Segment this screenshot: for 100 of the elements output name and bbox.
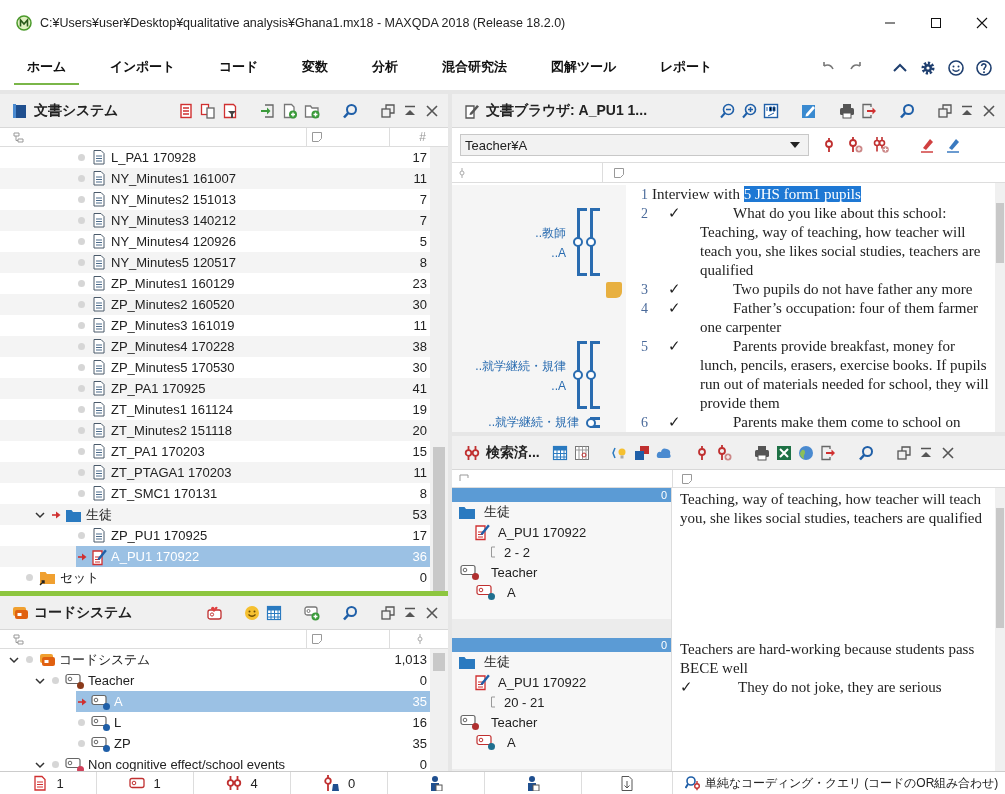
scrollbar[interactable] [430, 649, 448, 771]
new-code-icon[interactable] [304, 604, 320, 621]
ribbon-tab[interactable]: ホーム [14, 51, 79, 85]
person-icon [428, 775, 444, 791]
settings-icon[interactable] [920, 60, 936, 76]
tree-item[interactable]: ZP_Minutes1 160129 23 [76, 273, 430, 294]
segment-text: They do not joke, they are serious [737, 678, 943, 697]
close-icon[interactable] [424, 604, 440, 621]
code-pin-add-icon[interactable] [715, 444, 732, 461]
code-pin-add-icon[interactable] [847, 137, 863, 153]
float-window-icon[interactable] [937, 102, 953, 119]
tree-item[interactable]: ZP 35 [76, 733, 430, 754]
documents-icon[interactable] [200, 102, 216, 119]
window-title: C:¥Users¥user¥Desktop¥qualitative analysis¥Ghana1.mx18 - MAXQDA 2018 (Release 18.2.0) [40, 16, 567, 30]
edit-icon[interactable] [801, 102, 817, 119]
scrollbar-thumb[interactable] [996, 203, 1004, 263]
paragraph-text: What do you like about this school: Teaching, way of teaching, how teacher will teach you, she likes social studies, teachers are qualified [700, 204, 982, 280]
ribbon-tab[interactable]: レポート [647, 51, 725, 85]
tree-item[interactable]: コードシステム 1,013 [24, 649, 430, 670]
zoom-out-icon[interactable] [719, 102, 735, 119]
new-document-icon[interactable] [282, 102, 298, 119]
close-icon[interactable] [939, 444, 956, 461]
table-icon[interactable] [266, 604, 282, 621]
close-icon[interactable] [974, 15, 990, 31]
status-query: 単純なコーディング・クエリ (コードのOR組み合わせ) [705, 774, 999, 792]
codes-pin-add-icon[interactable] [873, 137, 889, 153]
code-pin-icon [414, 633, 426, 645]
smiley-icon[interactable] [244, 604, 260, 621]
tree-item[interactable]: NY_Minutes2 151013 7 [76, 189, 430, 210]
excel-icon[interactable] [775, 444, 792, 461]
ribbon-tab[interactable]: 分析 [359, 51, 411, 85]
float-window-icon[interactable] [380, 604, 396, 621]
panel-title: コードシステム [34, 603, 132, 622]
zoom-in-icon[interactable] [741, 102, 757, 119]
help-icon[interactable] [976, 60, 992, 76]
document-icon [91, 232, 107, 251]
tree-item[interactable]: ZT_Minutes1 161124 19 [76, 399, 430, 420]
highlighter-icon[interactable] [945, 137, 961, 153]
range-bracket-icon [490, 696, 496, 708]
highlighter-icon[interactable] [919, 137, 935, 153]
ribbon-tab[interactable]: インポート [97, 51, 188, 85]
float-window-icon[interactable] [380, 102, 396, 119]
status-count: 1 [97, 772, 194, 794]
close-icon[interactable] [424, 102, 440, 119]
export-icon[interactable] [861, 102, 877, 119]
paragraph-text: Parents make them come to school on [732, 413, 962, 432]
code-favorite-icon[interactable] [206, 604, 222, 621]
scrollbar[interactable] [430, 147, 448, 591]
ribbon-tab[interactable]: 図解ツール [538, 51, 629, 85]
import-icon[interactable] [260, 102, 276, 119]
search-icon[interactable] [342, 604, 358, 621]
print-icon[interactable] [753, 444, 770, 461]
maximize-icon[interactable] [928, 15, 944, 31]
edited-document-icon [474, 673, 490, 691]
table-icon[interactable] [551, 444, 568, 461]
search-icon[interactable] [342, 102, 358, 119]
check-mark: ✓ [668, 205, 681, 221]
overlap-squares-icon[interactable] [633, 444, 650, 461]
scrollbar-thumb[interactable] [433, 653, 445, 671]
tree-item[interactable]: Teacher 0 [50, 670, 430, 691]
activation-arrow-icon[interactable] [78, 552, 87, 561]
activation-arrow-icon[interactable] [78, 697, 87, 706]
segment-info[interactable]: 0 生徒 A_PU1 170922 2 - 2 Teacher A [452, 488, 671, 619]
scrollbar[interactable] [995, 488, 1005, 771]
segment-info[interactable]: 0 生徒 A_PU1 170922 20 - 21 Teacher A [452, 638, 671, 769]
float-window-icon[interactable] [895, 444, 912, 461]
tree-item[interactable]: ZP_PU1 170925 17 [76, 525, 430, 546]
matrix-icon[interactable] [573, 444, 590, 461]
scrollbar-thumb[interactable] [433, 447, 445, 591]
ribbon-tab[interactable]: 変数 [289, 51, 341, 85]
ribbon-tab[interactable]: 混合研究法 [429, 51, 520, 85]
code-icon [460, 714, 477, 728]
search-icon[interactable] [899, 102, 915, 119]
tree-item[interactable]: L_PA1 170928 17 [76, 147, 430, 168]
smiley-icon[interactable] [948, 60, 964, 76]
ribbon-tab[interactable]: コード [206, 51, 271, 85]
tree-item[interactable]: ZT_SMC1 170131 8 [76, 483, 430, 504]
zoom-reset-icon[interactable] [763, 102, 779, 119]
print-icon[interactable] [839, 102, 855, 119]
export-icon[interactable] [819, 444, 836, 461]
activation-arrow-icon[interactable] [52, 510, 61, 519]
search-icon[interactable] [857, 444, 874, 461]
document-list-icon[interactable] [178, 102, 194, 119]
tree-item[interactable]: NY_Minutes4 120926 5 [76, 231, 430, 252]
document-filter-icon[interactable] [222, 102, 238, 119]
code-dropdown[interactable]: Teacher¥A [460, 134, 809, 156]
tree-item[interactable]: ZP_Minutes5 170530 30 [76, 357, 430, 378]
tree-item[interactable]: L 16 [76, 712, 430, 733]
close-icon[interactable] [981, 102, 997, 119]
memo-icon [311, 633, 323, 645]
tree-item[interactable]: ZP_Minutes3 161019 11 [76, 315, 430, 336]
scrollbar-thumb[interactable] [996, 508, 1004, 628]
paragraph-number: 1 [640, 186, 649, 204]
document-icon [91, 190, 107, 209]
globe-icon[interactable] [797, 444, 814, 461]
tree-item[interactable]: セット 0 [24, 567, 430, 588]
new-folder-icon[interactable] [304, 102, 320, 119]
folder-icon [458, 654, 476, 670]
tree-item[interactable]: ZT_PA1 170203 15 [76, 441, 430, 462]
scrollbar[interactable] [995, 183, 1005, 432]
